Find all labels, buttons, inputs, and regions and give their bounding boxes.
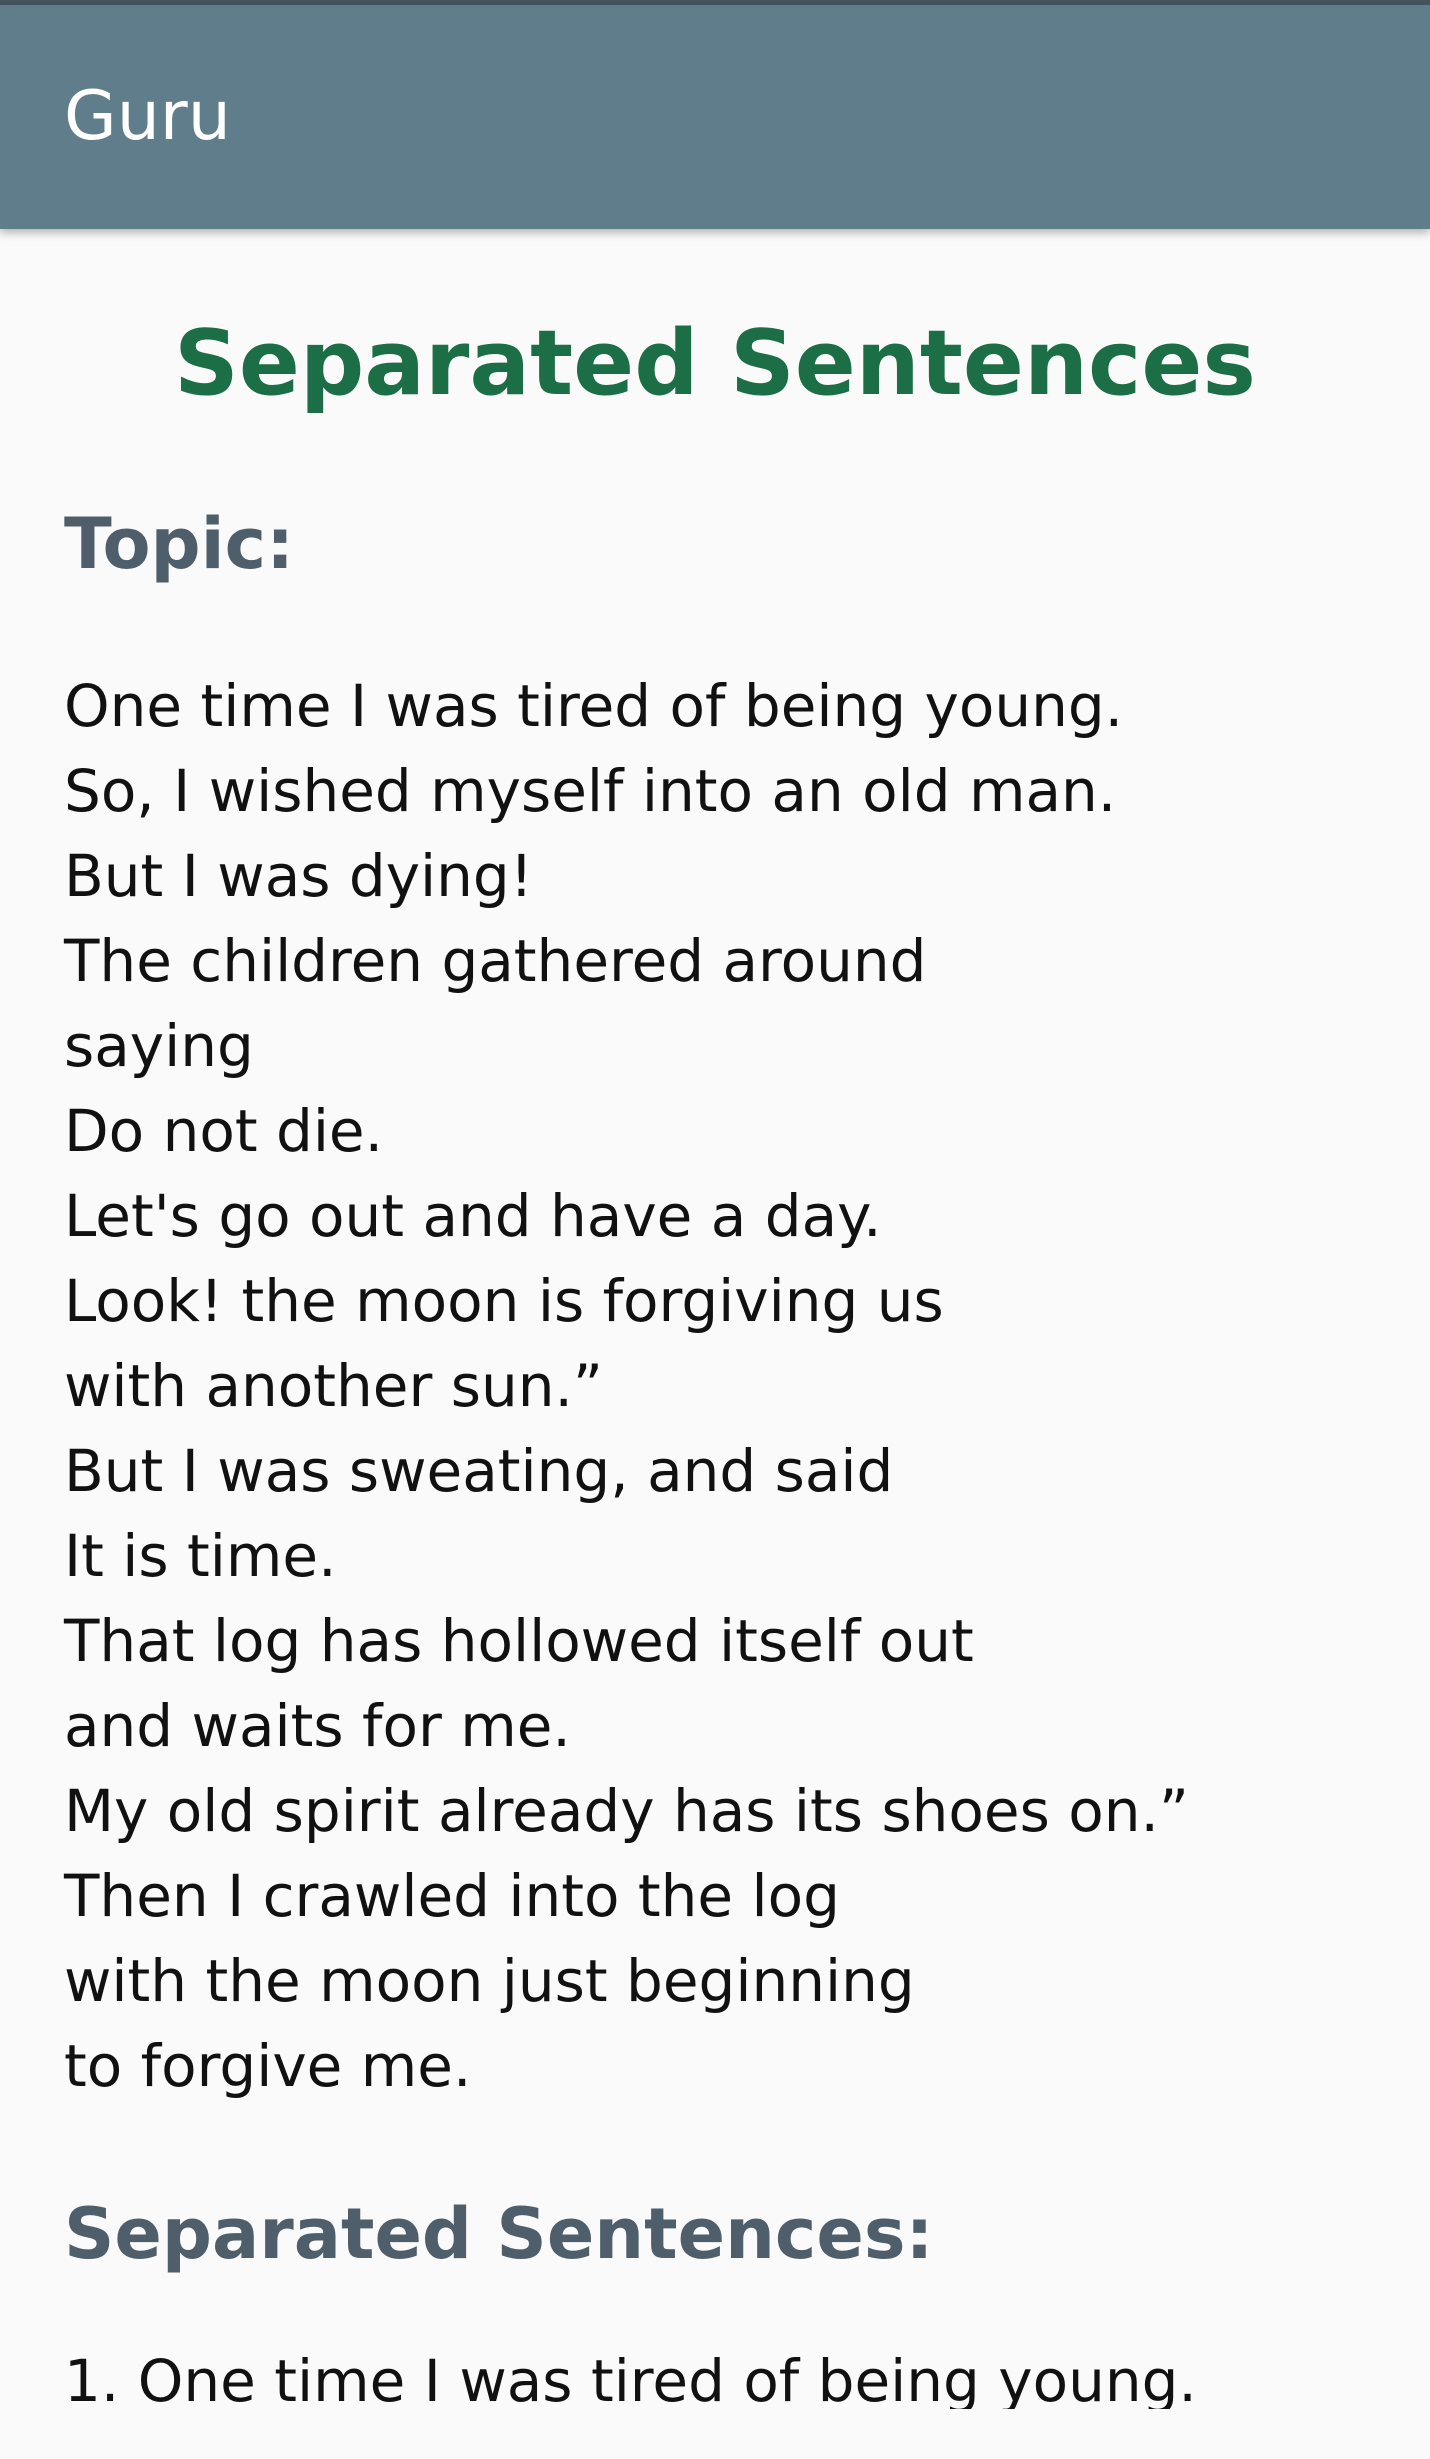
sentence-item: 1. One time I was tired of being young. xyxy=(64,2347,1197,2409)
topic-line: So, I wished myself into an old man. xyxy=(64,757,1117,825)
topic-line: My old spirit already has its shoes on.” xyxy=(64,1777,1189,1845)
topic-line: Let's go out and have a day. xyxy=(64,1182,882,1250)
topic-line: with the moon just beginning xyxy=(64,1947,915,2015)
separated-sentences-label: Separated Sentences: xyxy=(64,2193,934,2275)
app-title: Guru xyxy=(64,77,231,156)
topic-line: Then I crawled into the log xyxy=(64,1862,840,1930)
app-bar: Guru xyxy=(0,5,1430,229)
topic-line: and waits for me. xyxy=(64,1692,571,1760)
topic-line: But I was sweating, and said xyxy=(64,1437,894,1505)
topic-line: with another sun.” xyxy=(64,1352,603,1420)
topic-line: saying xyxy=(64,1012,254,1080)
page-title: Separated Sentences xyxy=(174,311,1256,416)
content-scroll-area[interactable]: Separated Sentences Topic: One time I wa… xyxy=(0,229,1430,2409)
topic-line: Do not die. xyxy=(64,1097,384,1165)
topic-text: One time I was tired of being young. So,… xyxy=(64,664,1404,2109)
topic-line: Look! the moon is forgiving us xyxy=(64,1267,944,1335)
topic-line: It is time. xyxy=(64,1522,337,1590)
topic-line: One time I was tired of being young. xyxy=(64,672,1124,740)
topic-line: But I was dying! xyxy=(64,842,533,910)
topic-label: Topic: xyxy=(64,503,295,585)
topic-line: to forgive me. xyxy=(64,2032,472,2100)
topic-line: The children gathered around xyxy=(64,927,927,995)
topic-line: That log has hollowed itself out xyxy=(64,1607,974,1675)
